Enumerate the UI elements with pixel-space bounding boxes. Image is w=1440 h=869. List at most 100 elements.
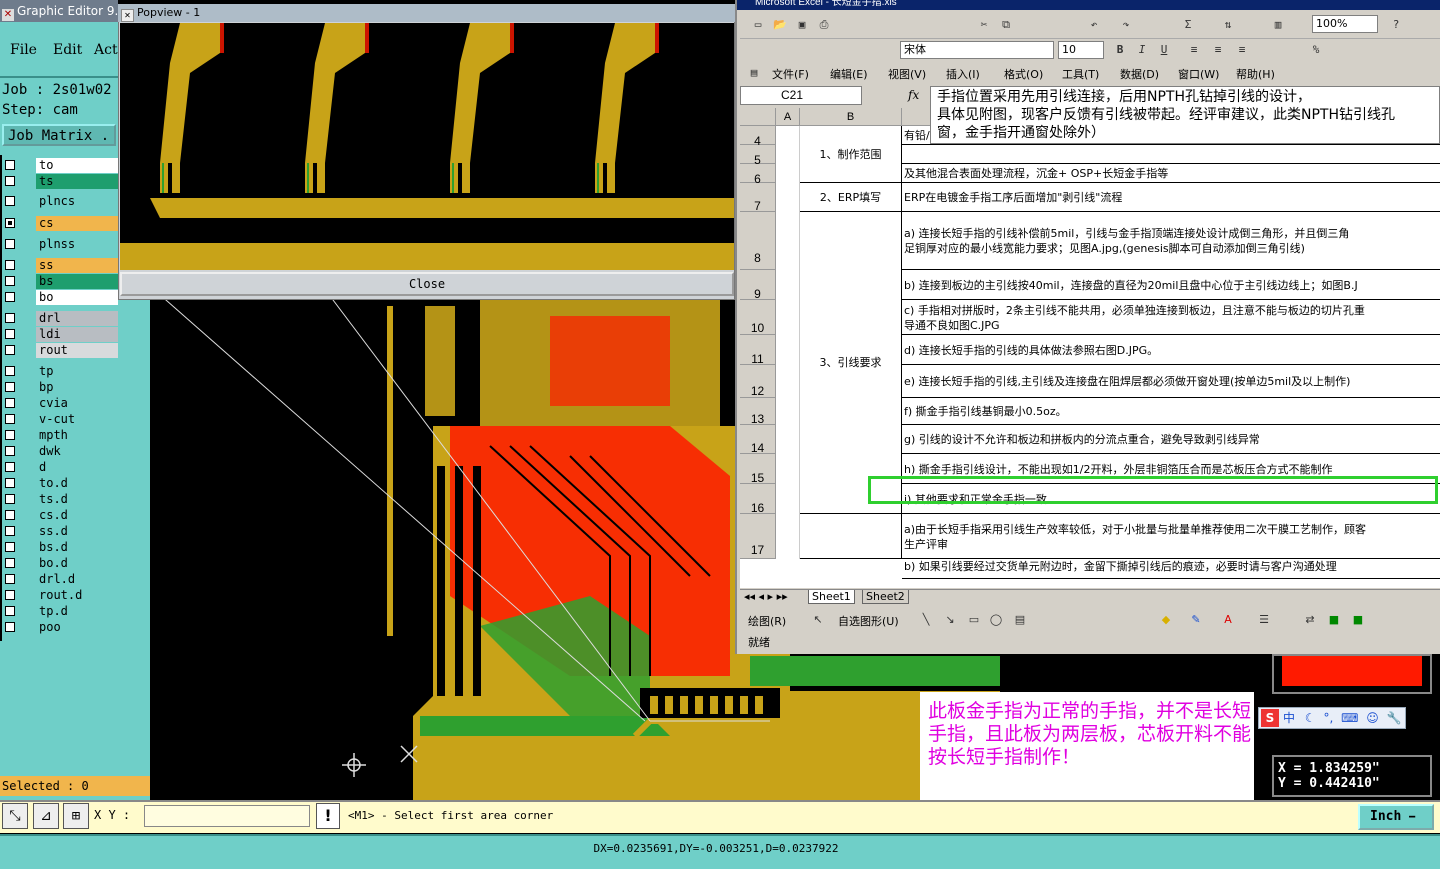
row-header[interactable]: 16 bbox=[740, 484, 776, 515]
cut-icon[interactable]: ✂ bbox=[976, 17, 992, 33]
pointer-icon[interactable]: ↖ bbox=[810, 612, 826, 628]
wrench-icon[interactable]: 🔧 bbox=[1387, 711, 1402, 725]
cell-c[interactable]: 及其他混合表面处理流程，沉金+ OSP+长短金手指等 bbox=[902, 164, 1440, 183]
layer-name[interactable]: dwk bbox=[36, 444, 118, 459]
user-icon[interactable]: ☺ bbox=[1366, 711, 1379, 725]
sheet-nav-icon[interactable]: ◂◂ ◂ ▸ ▸▸ bbox=[744, 590, 788, 603]
popview-close-button[interactable]: Close bbox=[120, 272, 734, 296]
cell-c[interactable]: e) 连接长短手指的引线,主引线及连接盘在阻焊层都必须做开窗处理(按单边5mil… bbox=[902, 365, 1440, 398]
keyboard-icon[interactable]: ⌨ bbox=[1341, 711, 1358, 725]
layer-name[interactable]: rout.d bbox=[36, 588, 118, 603]
new-icon[interactable]: ▭ bbox=[750, 17, 766, 33]
layer-checkbox[interactable] bbox=[5, 239, 15, 249]
italic-icon[interactable]: I bbox=[1134, 42, 1150, 58]
menu-file-cn[interactable]: 文件(F) bbox=[772, 66, 809, 82]
cell-a[interactable] bbox=[776, 164, 800, 183]
layer-checkbox[interactable] bbox=[5, 590, 15, 600]
layer-checkbox[interactable] bbox=[5, 276, 15, 286]
layer-name[interactable]: cs bbox=[36, 216, 118, 231]
cell-a[interactable] bbox=[776, 454, 800, 484]
menu-insert-cn[interactable]: 插入(I) bbox=[946, 66, 980, 82]
row-header[interactable]: 11 bbox=[740, 335, 776, 366]
menu-view-cn[interactable]: 视图(V) bbox=[888, 66, 926, 82]
cell-a[interactable] bbox=[776, 398, 800, 425]
close-icon[interactable]: ✕ bbox=[121, 9, 134, 22]
resize-icon[interactable]: ⤡ bbox=[2, 803, 28, 829]
layer-row[interactable]: dwk bbox=[2, 444, 118, 459]
draw-menu[interactable]: 绘图(R) bbox=[748, 613, 786, 629]
menu-window-cn[interactable]: 窗口(W) bbox=[1178, 66, 1219, 82]
layer-checkbox[interactable] bbox=[5, 622, 15, 632]
arrow-style-icon[interactable]: ⇄ bbox=[1302, 612, 1318, 628]
layer-checkbox[interactable] bbox=[5, 160, 15, 170]
layer-checkbox[interactable] bbox=[5, 345, 15, 355]
overview-thumbnail[interactable] bbox=[1272, 654, 1432, 694]
layer-name[interactable]: ts bbox=[36, 174, 118, 189]
layer-row[interactable]: tp.d bbox=[2, 604, 118, 619]
row-header[interactable]: 4 bbox=[740, 126, 776, 148]
layer-checkbox[interactable] bbox=[5, 398, 15, 408]
layer-checkbox[interactable] bbox=[5, 414, 15, 424]
cell-a[interactable] bbox=[776, 365, 800, 398]
name-box[interactable]: C21 bbox=[740, 86, 862, 105]
layer-row[interactable]: tp bbox=[2, 364, 118, 379]
cell-a[interactable] bbox=[776, 270, 800, 300]
layer-row[interactable]: to bbox=[2, 158, 118, 173]
cell-c[interactable]: ERP在电镀金手指工序后面增加"剥引线"流程 bbox=[902, 183, 1440, 212]
layer-checkbox[interactable] bbox=[5, 260, 15, 270]
bold-icon[interactable]: B bbox=[1112, 42, 1128, 58]
menu-tools-cn[interactable]: 工具(T) bbox=[1062, 66, 1099, 82]
menu-file[interactable]: File bbox=[10, 42, 37, 58]
menu-format-cn[interactable]: 格式(O) bbox=[1004, 66, 1043, 82]
layer-row[interactable]: plnss bbox=[2, 237, 118, 252]
cell-a[interactable] bbox=[776, 183, 800, 212]
cell-c[interactable]: g) 引线的设计不允许和板边和拼板内的分流点重合，避免导致剥引线异常 bbox=[902, 425, 1440, 454]
cell-c[interactable]: d) 连接长短手指的引线的具体做法参照右图D.JPG。 bbox=[902, 335, 1440, 365]
ime-mode[interactable]: 中 bbox=[1283, 711, 1295, 725]
layer-row[interactable]: bs bbox=[2, 274, 118, 289]
print-icon[interactable]: ⎙ bbox=[816, 17, 832, 33]
layer-name[interactable]: bo bbox=[36, 290, 118, 305]
font-color-icon[interactable]: A bbox=[1220, 612, 1236, 628]
open-icon[interactable]: 📂 bbox=[772, 17, 788, 33]
cell-b[interactable]: 1、制作范围 bbox=[800, 126, 902, 183]
arrow-icon[interactable]: ↘ bbox=[942, 612, 958, 628]
layer-name[interactable]: ss bbox=[36, 258, 118, 273]
menu-help-cn[interactable]: 帮助(H) bbox=[1236, 66, 1275, 82]
layer-name[interactable]: bo.d bbox=[36, 556, 118, 571]
layer-checkbox[interactable] bbox=[5, 176, 15, 186]
cell-c[interactable] bbox=[902, 145, 1440, 164]
layer-row[interactable]: rout.d bbox=[2, 588, 118, 603]
help-icon[interactable]: ? bbox=[1388, 17, 1404, 33]
cell-a[interactable] bbox=[776, 300, 800, 335]
cell-a[interactable] bbox=[776, 335, 800, 365]
layer-name[interactable]: d bbox=[36, 460, 118, 475]
layer-checkbox[interactable] bbox=[5, 292, 15, 302]
layer-row[interactable]: ts bbox=[2, 174, 118, 189]
layer-row[interactable]: plncs bbox=[2, 194, 118, 209]
layer-checkbox[interactable] bbox=[5, 329, 15, 339]
cell-c[interactable]: a) 连接长短手指的引线补偿前5mil，引线与金手指顶端连接处设计成倒三角形，并… bbox=[902, 212, 1440, 270]
layer-row[interactable]: ss.d bbox=[2, 524, 118, 539]
autoshape-menu[interactable]: 自选图形(U) bbox=[838, 613, 899, 629]
undo-icon[interactable]: ↶ bbox=[1086, 17, 1102, 33]
chart-icon[interactable]: ▥ bbox=[1270, 17, 1286, 33]
layer-row[interactable]: ss bbox=[2, 258, 118, 273]
units-button[interactable]: Inch ━ bbox=[1358, 804, 1434, 830]
row-header[interactable]: 12 bbox=[740, 365, 776, 398]
layer-checkbox[interactable] bbox=[5, 606, 15, 616]
sogou-icon[interactable]: S bbox=[1261, 709, 1279, 727]
spreadsheet-grid[interactable]: A B 4有铅/无铅喷锡+长短金手指，沉金+长短金手指，沉银+长短金手指，沉锡+… bbox=[740, 108, 1440, 588]
job-matrix-button[interactable]: Job Matrix . bbox=[2, 124, 116, 146]
oval-icon[interactable]: ◯ bbox=[988, 612, 1004, 628]
layer-name[interactable]: to bbox=[36, 158, 118, 173]
layer-checkbox[interactable] bbox=[5, 366, 15, 376]
percent-icon[interactable]: % bbox=[1308, 42, 1324, 58]
layer-name[interactable]: tp bbox=[36, 364, 118, 379]
layer-name[interactable]: plnss bbox=[36, 237, 118, 252]
tab-sheet1[interactable]: Sheet1 bbox=[808, 590, 855, 604]
layer-name[interactable]: rout bbox=[36, 343, 118, 358]
layer-name[interactable]: bs bbox=[36, 274, 118, 289]
layer-checkbox[interactable] bbox=[5, 218, 15, 228]
rectangle-icon[interactable]: ▭ bbox=[966, 612, 982, 628]
